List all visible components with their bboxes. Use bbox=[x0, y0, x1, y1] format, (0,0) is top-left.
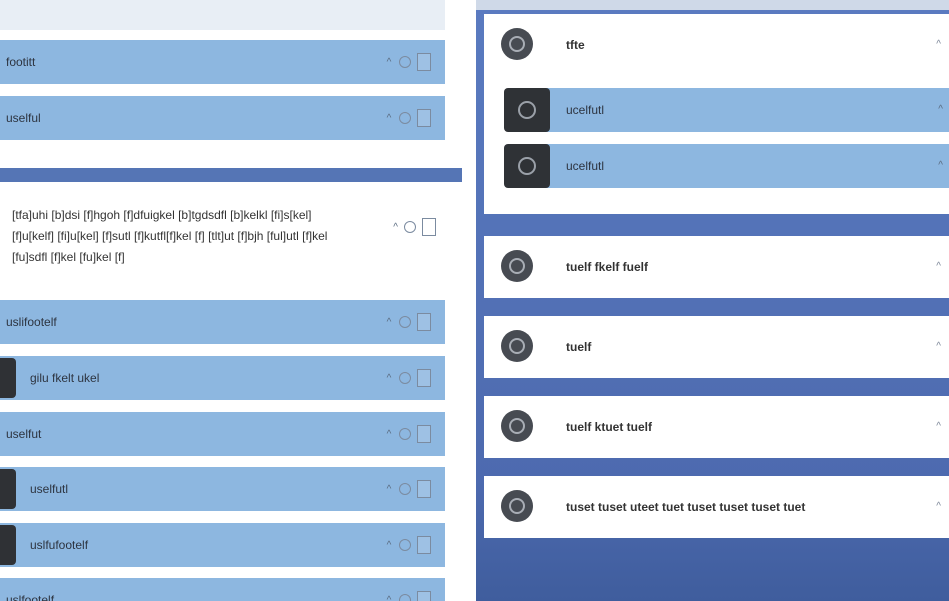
panel-header[interactable]: tuelf ^ bbox=[484, 316, 949, 378]
handle-icon[interactable] bbox=[417, 313, 431, 331]
handle-icon[interactable] bbox=[417, 480, 431, 498]
list-item-label: uslfufootelf bbox=[30, 538, 89, 552]
panel[interactable]: tuelf fkelf fuelf ^ bbox=[484, 236, 949, 298]
row-controls: ^ bbox=[385, 300, 431, 344]
collapse-icon[interactable]: ^ bbox=[385, 429, 393, 440]
panel-header[interactable]: tuelf ktuet tuelf ^ bbox=[484, 396, 949, 458]
collapse-icon[interactable]: ^ bbox=[936, 316, 941, 378]
collapse-icon[interactable]: ^ bbox=[936, 476, 941, 538]
collapse-icon[interactable]: ^ bbox=[393, 222, 398, 233]
collapse-icon[interactable]: ^ bbox=[385, 540, 393, 551]
collapse-icon[interactable]: ^ bbox=[936, 396, 941, 458]
list-item-label: uslifootelf bbox=[6, 315, 57, 329]
list-item[interactable]: uselfutl ^ bbox=[0, 467, 445, 511]
list-item[interactable]: uslfufootelf ^ bbox=[0, 523, 445, 567]
row-controls: ^ bbox=[385, 40, 431, 84]
panel-subrow[interactable]: ucelfutl ^ bbox=[504, 88, 949, 132]
panel-icon bbox=[501, 28, 533, 60]
panel-subrow[interactable]: ucelfutl ^ bbox=[504, 144, 949, 188]
panel-title: tuelf fkelf fuelf bbox=[566, 260, 649, 274]
settings-icon[interactable] bbox=[399, 56, 411, 68]
panel[interactable]: tuset tuset uteet tuet tuset tuset tuset… bbox=[484, 476, 949, 538]
right-pane: tfte ^ ucelfutl ^ ucelfutl ^ tuelf fkelf… bbox=[476, 0, 949, 601]
subrow-label: ucelfutl bbox=[566, 159, 605, 173]
card-text: [tfa]uhi [b]dsi [f]hgoh [f]dfuigkel [b]t… bbox=[12, 208, 328, 264]
panel-header[interactable]: tuelf fkelf fuelf ^ bbox=[484, 236, 949, 298]
settings-icon[interactable] bbox=[399, 483, 411, 495]
panel[interactable]: tuelf ^ bbox=[484, 316, 949, 378]
collapse-icon[interactable]: ^ bbox=[936, 236, 941, 298]
collapse-icon[interactable]: ^ bbox=[938, 88, 943, 132]
subrow-thumbnail bbox=[504, 144, 550, 188]
panel-icon bbox=[501, 490, 533, 522]
settings-icon[interactable] bbox=[399, 539, 411, 551]
settings-icon[interactable] bbox=[399, 428, 411, 440]
panel-icon bbox=[501, 330, 533, 362]
pane-divider[interactable] bbox=[462, 0, 476, 601]
panel-header[interactable]: tfte ^ bbox=[484, 14, 949, 76]
row-controls: ^ bbox=[385, 467, 431, 511]
handle-icon[interactable] bbox=[417, 369, 431, 387]
right-header bbox=[476, 0, 949, 10]
settings-icon[interactable] bbox=[404, 221, 416, 233]
row-controls: ^ bbox=[385, 578, 431, 601]
handle-icon[interactable] bbox=[417, 536, 431, 554]
collapse-icon[interactable]: ^ bbox=[385, 113, 393, 124]
panel-icon bbox=[501, 410, 533, 442]
panel-title: tfte bbox=[566, 38, 585, 52]
row-controls: ^ bbox=[385, 523, 431, 567]
left-pane: footitt ^ uselful ^ [tfa]uhi [b]dsi [f]h… bbox=[0, 0, 462, 601]
collapse-icon[interactable]: ^ bbox=[936, 14, 941, 76]
row-controls: ^ bbox=[385, 412, 431, 456]
collapse-icon[interactable]: ^ bbox=[385, 595, 393, 601]
subrow-thumbnail bbox=[504, 88, 550, 132]
section-divider bbox=[0, 168, 462, 182]
settings-icon[interactable] bbox=[399, 372, 411, 384]
handle-icon[interactable] bbox=[417, 53, 431, 71]
collapse-icon[interactable]: ^ bbox=[385, 317, 393, 328]
list-item[interactable]: uselful ^ bbox=[0, 96, 445, 140]
settings-icon[interactable] bbox=[399, 316, 411, 328]
list-item[interactable]: gilu fkelt ukel ^ bbox=[0, 356, 445, 400]
panel-title: tuelf bbox=[566, 340, 592, 354]
list-item-label: uselfutl bbox=[30, 482, 69, 496]
list-item-label: footitt bbox=[6, 55, 36, 69]
list-item-label: uselful bbox=[6, 111, 41, 125]
item-thumbnail bbox=[0, 358, 16, 398]
collapse-icon[interactable]: ^ bbox=[385, 373, 393, 384]
panel-title: tuset tuset uteet tuet tuset tuset tuset… bbox=[566, 500, 806, 514]
list-item[interactable]: uslifootelf ^ bbox=[0, 300, 445, 344]
card-controls: ^ bbox=[393, 218, 436, 236]
settings-icon[interactable] bbox=[399, 594, 411, 601]
handle-icon[interactable] bbox=[417, 109, 431, 127]
panel-icon bbox=[501, 250, 533, 282]
collapse-icon[interactable]: ^ bbox=[385, 484, 393, 495]
collapse-icon[interactable]: ^ bbox=[938, 144, 943, 188]
left-header bbox=[0, 0, 445, 30]
list-item-label: uslfootelf bbox=[6, 593, 55, 601]
list-item[interactable]: uselfut ^ bbox=[0, 412, 445, 456]
panel-header[interactable]: tuset tuset uteet tuet tuset tuset tuset… bbox=[484, 476, 949, 538]
handle-icon[interactable] bbox=[422, 218, 436, 236]
list-item-label: gilu fkelt ukel bbox=[30, 371, 100, 385]
list-item[interactable]: footitt ^ bbox=[0, 40, 445, 84]
row-controls: ^ bbox=[385, 96, 431, 140]
handle-icon[interactable] bbox=[417, 591, 431, 601]
panel[interactable]: tfte ^ ucelfutl ^ ucelfutl ^ bbox=[484, 14, 949, 214]
handle-icon[interactable] bbox=[417, 425, 431, 443]
list-item-label: uselfut bbox=[6, 427, 42, 441]
panel-title: tuelf ktuet tuelf bbox=[566, 420, 652, 434]
item-thumbnail bbox=[0, 469, 16, 509]
row-controls: ^ bbox=[385, 356, 431, 400]
list-item[interactable]: uslfootelf ^ bbox=[0, 578, 445, 601]
collapse-icon[interactable]: ^ bbox=[385, 57, 393, 68]
settings-icon[interactable] bbox=[399, 112, 411, 124]
panel[interactable]: tuelf ktuet tuelf ^ bbox=[484, 396, 949, 458]
subrow-label: ucelfutl bbox=[566, 103, 605, 117]
item-thumbnail bbox=[0, 525, 16, 565]
